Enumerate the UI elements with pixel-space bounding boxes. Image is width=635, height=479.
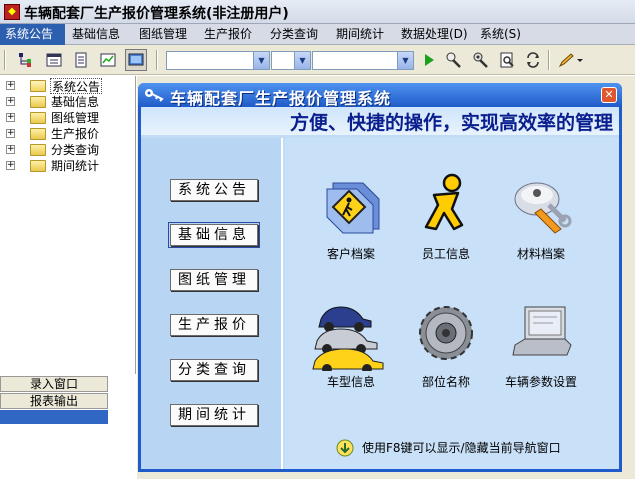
chevron-down-icon[interactable]: ▼ [397, 52, 413, 69]
preview-icon[interactable] [496, 49, 518, 71]
gear-parts-icon [414, 301, 478, 365]
expand-icon[interactable]: + [6, 145, 15, 154]
display-icon[interactable] [125, 49, 147, 71]
car-models-icon [311, 301, 391, 374]
find-user-icon[interactable] [443, 49, 465, 71]
laptop-settings-icon [509, 301, 573, 365]
expand-icon[interactable]: + [6, 129, 15, 138]
menu-system[interactable]: 系统(S) [475, 24, 526, 45]
expand-icon[interactable]: + [6, 161, 15, 170]
app-icon: ◆ [4, 4, 20, 20]
material-tools-icon [509, 173, 573, 237]
dialog-body: 方便、快捷的操作，实现高效率的管理 系统公告 基础信息 图纸管理 生产报价 分类… [141, 107, 619, 469]
expand-icon[interactable]: + [6, 113, 15, 122]
chevron-down-icon[interactable]: ▼ [253, 52, 269, 69]
key-icon [144, 87, 164, 103]
navigation-tree: + 系统公告 + 基础信息 + 图纸管理 + 生产报价 + 分类查询 + 期间统… [0, 76, 136, 374]
expand-icon[interactable]: + [6, 97, 15, 106]
vehicle-params-tile[interactable]: 车辆参数设置 [493, 301, 589, 411]
folder-icon [30, 144, 46, 156]
chevron-down-icon[interactable]: ▼ [294, 52, 310, 69]
toolbar: ▼ ▼ ▼ [0, 45, 635, 75]
tree-item-label: 生产报价 [51, 127, 100, 141]
tree-item-label: 基础信息 [51, 95, 100, 109]
tree-item-system-notice[interactable]: + 系统公告 [0, 78, 134, 94]
menu-data-processing[interactable]: 数据处理(D) [396, 24, 473, 45]
tile-label: 材料档案 [516, 247, 565, 261]
employee-info-tile[interactable]: 员工信息 [398, 173, 494, 283]
folder-icon [30, 96, 46, 108]
refresh-icon[interactable] [522, 49, 544, 71]
nav-basic-info-button[interactable]: 基础信息 [168, 222, 260, 248]
tree-item-label: 期间统计 [51, 159, 100, 173]
down-arrow-hint-icon [336, 439, 354, 457]
hint-text: 使用F8键可以显示/隐藏当前导航窗口 [362, 441, 561, 455]
filter-combo-3[interactable]: ▼ [312, 51, 414, 70]
window-icon[interactable] [43, 49, 65, 71]
folder-icon [30, 112, 46, 124]
tile-label: 车辆参数设置 [504, 375, 577, 389]
window-title: 车辆配套厂生产报价管理系统(非注册用户) [24, 6, 289, 22]
search-user-icon[interactable] [469, 49, 491, 71]
filter-combo-2[interactable]: ▼ [271, 51, 311, 70]
toolbar-separator [548, 50, 550, 70]
tree-item-label: 分类查询 [51, 143, 100, 157]
tile-label: 部位名称 [421, 375, 470, 389]
slogan-text: 方便、快捷的操作，实现高效率的管理 [289, 112, 613, 134]
tree-item-basic-info[interactable]: + 基础信息 [0, 94, 134, 110]
car-models-tile[interactable]: 车型信息 [303, 301, 399, 411]
material-archive-tile[interactable]: 材料档案 [493, 173, 589, 283]
dialog-title-bar: 车辆配套厂生产报价管理系统 ✕ [138, 83, 622, 108]
close-icon[interactable]: ✕ [601, 87, 617, 103]
navigation-dialog: 车辆配套厂生产报价管理系统 ✕ 方便、快捷的操作，实现高效率的管理 系统公告 基… [138, 83, 622, 472]
document-icon[interactable] [70, 49, 92, 71]
customer-archive-tile[interactable]: 客户档案 [303, 173, 399, 283]
toolbar-separator [156, 50, 158, 70]
tree-item-label: 系统公告 [50, 78, 103, 94]
tile-label: 员工信息 [421, 247, 470, 261]
tree-item-category-query[interactable]: + 分类查询 [0, 142, 134, 158]
tree-edit-icon[interactable] [16, 49, 38, 71]
filter-combo-1[interactable]: ▼ [166, 51, 270, 70]
toolbar-separator [4, 50, 6, 70]
title-bar: ◆ 车辆配套厂生产报价管理系统(非注册用户) [0, 0, 635, 24]
panel-selection-bar [0, 410, 108, 424]
nav-category-query-button[interactable]: 分类查询 [170, 359, 258, 381]
part-names-tile[interactable]: 部位名称 [398, 301, 494, 411]
nav-button-column: 系统公告 基础信息 图纸管理 生产报价 分类查询 期间统计 [141, 138, 283, 469]
tree-item-drawing-management[interactable]: + 图纸管理 [0, 110, 134, 126]
tile-label: 车型信息 [326, 375, 375, 389]
chart-icon[interactable] [97, 49, 119, 71]
nav-drawing-management-button[interactable]: 图纸管理 [170, 269, 258, 291]
nav-production-quote-button[interactable]: 生产报价 [170, 314, 258, 336]
employee-running-man-icon [414, 173, 478, 237]
menu-period-stats[interactable]: 期间统计 [331, 24, 389, 45]
open-folder-icon [30, 80, 46, 92]
menu-bar: 系统公告 基础信息 图纸管理 生产报价 分类查询 期间统计 数据处理(D) 系统… [0, 24, 635, 45]
entry-window-button[interactable]: 录入窗口 [0, 376, 108, 392]
menu-drawing-management[interactable]: 图纸管理 [134, 24, 192, 45]
report-output-button[interactable]: 报表输出 [0, 393, 108, 409]
run-icon[interactable] [418, 49, 440, 71]
expand-icon[interactable]: + [6, 81, 15, 90]
folder-icon [30, 128, 46, 140]
tree-item-label: 图纸管理 [51, 111, 100, 125]
function-icons-area: 客户档案 员工信息 材料档案 车型信息 部位名称 车辆参数设置 [285, 138, 619, 469]
dialog-title: 车辆配套厂生产报价管理系统 [170, 89, 392, 108]
pencil-icon[interactable] [557, 49, 585, 71]
customer-folder-icon [319, 173, 383, 237]
slogan-banner: 方便、快捷的操作，实现高效率的管理 [141, 107, 619, 135]
left-bottom-panel: 录入窗口 报表输出 [0, 374, 136, 479]
menu-basic-info[interactable]: 基础信息 [67, 24, 125, 45]
tile-label: 客户档案 [326, 247, 375, 261]
menu-production-quote[interactable]: 生产报价 [199, 24, 257, 45]
tree-item-production-quote[interactable]: + 生产报价 [0, 126, 134, 142]
tree-item-period-stats[interactable]: + 期间统计 [0, 158, 134, 174]
menu-system-notice[interactable]: 系统公告 [0, 24, 65, 45]
menu-category-query[interactable]: 分类查询 [265, 24, 323, 45]
nav-system-notice-button[interactable]: 系统公告 [170, 179, 258, 201]
folder-icon [30, 160, 46, 172]
nav-period-stats-button[interactable]: 期间统计 [170, 404, 258, 426]
